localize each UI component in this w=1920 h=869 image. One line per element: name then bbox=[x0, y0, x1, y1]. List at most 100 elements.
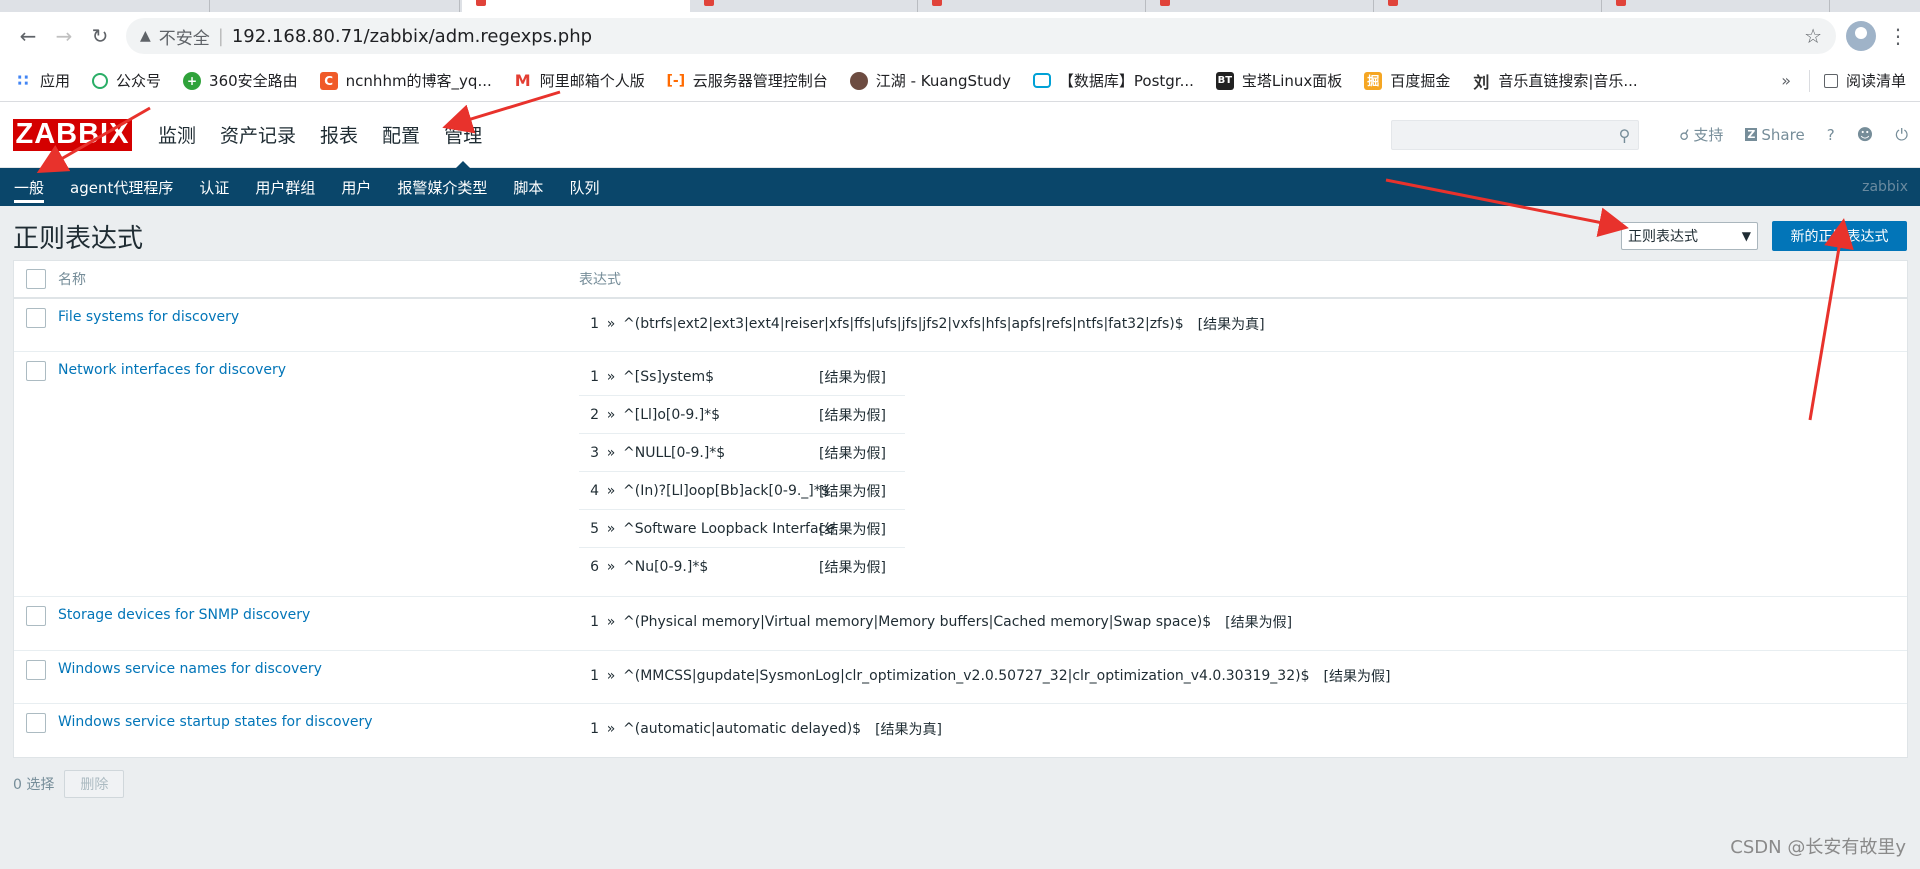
url-text[interactable]: 192.168.80.71/zabbix/adm.regexps.php bbox=[232, 26, 592, 47]
expression-list: 1 » ^(MMCSS|gupdate|SysmonLog|clr_optimi… bbox=[579, 651, 1390, 703]
submenu-media-types[interactable]: 报警媒介类型 bbox=[397, 168, 487, 206]
expression-index: 1 bbox=[590, 721, 599, 737]
browser-tab[interactable] bbox=[1146, 0, 1374, 12]
menu-monitoring[interactable]: 监测 bbox=[146, 102, 208, 168]
submenu-queue[interactable]: 队列 bbox=[569, 168, 599, 206]
browser-tab-active[interactable] bbox=[462, 0, 690, 12]
table-row: Windows service names for discovery 1 » … bbox=[14, 651, 1907, 704]
browser-tab-strip bbox=[0, 0, 1920, 12]
select-all-checkbox[interactable] bbox=[26, 269, 46, 289]
expression-index: 2 bbox=[590, 406, 599, 423]
browser-tab[interactable] bbox=[1602, 0, 1830, 12]
submenu-user-groups[interactable]: 用户群组 bbox=[255, 168, 315, 206]
reload-icon[interactable]: ↻ bbox=[82, 18, 118, 54]
bookmark-item[interactable]: 江湖 - KuangStudy bbox=[849, 70, 1011, 91]
warning-triangle-icon[interactable]: ▲ bbox=[140, 28, 151, 44]
search-input[interactable]: ⚲ bbox=[1391, 119, 1640, 150]
browser-tab[interactable] bbox=[1374, 0, 1602, 12]
regexp-name-link[interactable]: Windows service startup states for disco… bbox=[58, 714, 373, 730]
support-link[interactable]: ☌ 支持 bbox=[1679, 124, 1723, 145]
expression-text: ^(MMCSS|gupdate|SysmonLog|clr_optimizati… bbox=[623, 668, 1310, 684]
browser-menu-icon[interactable]: ⋮ bbox=[1886, 24, 1910, 48]
row-checkbox[interactable] bbox=[26, 361, 46, 381]
bookmark-item[interactable]: ∷ 应用 bbox=[14, 70, 70, 91]
bookmark-item[interactable]: Cncnhhm的博客_yq... bbox=[319, 70, 492, 91]
back-arrow-icon[interactable]: ← bbox=[10, 18, 46, 54]
reading-list-button[interactable]: 阅读清单 bbox=[1823, 70, 1906, 91]
reading-list-label: 阅读清单 bbox=[1845, 72, 1906, 90]
expression-arrow: » bbox=[606, 482, 616, 499]
expression-text: ^(btrfs|ext2|ext3|ext4|reiser|xfs|ffs|uf… bbox=[623, 316, 1184, 332]
search-icon[interactable]: ⚲ bbox=[1619, 126, 1631, 145]
bookmarks-overflow-button[interactable]: » bbox=[1781, 71, 1791, 90]
expression-list: 1 » ^(Physical memory|Virtual memory|Mem… bbox=[579, 597, 1292, 650]
forward-arrow-icon[interactable]: → bbox=[46, 18, 82, 54]
bookmark-item[interactable]: 掘百度掘金 bbox=[1364, 70, 1450, 91]
profile-avatar[interactable] bbox=[1846, 21, 1876, 51]
new-regexp-button[interactable]: 新的正则表达式 bbox=[1772, 221, 1907, 251]
delete-button[interactable]: 删除 bbox=[64, 770, 125, 798]
expression-item: 4 » ^(In)?[Ll]oop[Bb]ack[0-9._]*$ [结果为假] bbox=[579, 472, 905, 510]
bookmark-item[interactable]: [-] 云服务器管理控制台 bbox=[666, 70, 828, 91]
logout-power-icon[interactable]: ⏻ bbox=[1895, 125, 1908, 145]
bookmark-item[interactable]: M 阿里邮箱个人版 bbox=[514, 70, 645, 91]
insecure-label[interactable]: 不安全 bbox=[159, 24, 210, 49]
row-checkbox[interactable] bbox=[26, 308, 46, 328]
page-select-dropdown[interactable]: 正则表达式 ▼ bbox=[1621, 222, 1758, 250]
column-header-name[interactable]: 名称 bbox=[58, 269, 579, 289]
bookmark-item[interactable]: BT 宝塔Linux面板 bbox=[1215, 70, 1342, 91]
regexp-name-link[interactable]: File systems for discovery bbox=[58, 309, 239, 325]
bookmark-label: 阿里邮箱个人版 bbox=[539, 72, 645, 90]
row-checkbox[interactable] bbox=[26, 660, 46, 680]
submenu-authentication[interactable]: 认证 bbox=[199, 168, 229, 206]
row-checkbox[interactable] bbox=[26, 606, 46, 626]
browser-tab[interactable] bbox=[0, 0, 210, 12]
menu-configuration[interactable]: 配置 bbox=[370, 102, 432, 168]
bookmark-item[interactable]: 公众号 bbox=[92, 70, 161, 91]
expression-text: ^(automatic|automatic delayed)$ bbox=[623, 721, 862, 737]
bookmark-label: 云服务器管理控制台 bbox=[692, 72, 828, 90]
regexp-name-link[interactable]: Network interfaces for discovery bbox=[58, 362, 286, 378]
expression-list: 1 » ^(btrfs|ext2|ext3|ext4|reiser|xfs|ff… bbox=[579, 299, 1265, 351]
main-menu: 监测 资产记录 报表 配置 管理 bbox=[146, 102, 494, 169]
browser-tab[interactable] bbox=[210, 0, 460, 12]
row-checkbox[interactable] bbox=[26, 713, 46, 733]
submenu-general[interactable]: 一般 bbox=[14, 168, 45, 206]
regexp-name-link[interactable]: Storage devices for SNMP discovery bbox=[58, 607, 310, 623]
bookmark-item[interactable]: +360安全路由 bbox=[183, 70, 298, 91]
regexp-name-link[interactable]: Windows service names for discovery bbox=[58, 661, 322, 677]
bookmark-item[interactable]: 刘音乐直链搜索|音乐... bbox=[1472, 70, 1638, 92]
browser-tab[interactable] bbox=[918, 0, 1146, 12]
submenu-scripts[interactable]: 脚本 bbox=[513, 168, 543, 206]
expression-index: 6 bbox=[590, 559, 599, 575]
expression-arrow: » bbox=[606, 444, 616, 461]
expression-arrow: » bbox=[606, 406, 616, 423]
address-bar[interactable]: ▲ 不安全 | 192.168.80.71/zabbix/adm.regexps… bbox=[126, 18, 1836, 54]
help-button[interactable]: ? bbox=[1827, 126, 1835, 144]
browser-tab[interactable] bbox=[690, 0, 918, 12]
share-link[interactable]: Z Share bbox=[1745, 126, 1805, 144]
bookmark-item[interactable]: 【数据库】Postgr... bbox=[1032, 70, 1194, 91]
bilibili-icon bbox=[1032, 73, 1051, 88]
expression-list: 1 » ^(automatic|automatic delayed)$ [结果为… bbox=[579, 704, 942, 757]
menu-reports[interactable]: 报表 bbox=[308, 102, 370, 168]
table-row: Storage devices for SNMP discovery 1 » ^… bbox=[14, 597, 1907, 651]
bt-icon: BT bbox=[1215, 71, 1234, 90]
360-icon: + bbox=[183, 71, 202, 90]
tab-favicon-icon bbox=[1388, 0, 1398, 6]
expression-result: [结果为假] bbox=[1225, 615, 1293, 631]
submenu-proxies[interactable]: agent代理程序 bbox=[70, 168, 173, 206]
expression-item: 5 » ^Software Loopback Interface [结果为假] bbox=[579, 510, 905, 548]
page-header: 正则表达式 正则表达式 ▼ 新的正则表达式 bbox=[0, 206, 1920, 266]
juejin-icon: 掘 bbox=[1364, 71, 1383, 90]
zabbix-logo[interactable]: ZABBIX bbox=[13, 118, 132, 151]
menu-administration[interactable]: 管理 bbox=[432, 102, 494, 169]
expression-result: [结果为假] bbox=[819, 445, 886, 462]
user-profile-icon[interactable]: ☻ bbox=[1857, 125, 1874, 144]
submenu-users[interactable]: 用户 bbox=[341, 168, 371, 206]
bookmark-label: 音乐直链搜索|音乐... bbox=[1498, 72, 1638, 90]
menu-inventory[interactable]: 资产记录 bbox=[208, 102, 308, 168]
zabbix-header: ZABBIX 监测 资产记录 报表 配置 管理 ⚲ ☌ 支持 Z Share ? ☻… bbox=[0, 102, 1920, 169]
bookmark-star-icon[interactable]: ☆ bbox=[1804, 24, 1822, 48]
expression-item: 1 » ^(automatic|automatic delayed)$ [结果为… bbox=[579, 710, 942, 748]
